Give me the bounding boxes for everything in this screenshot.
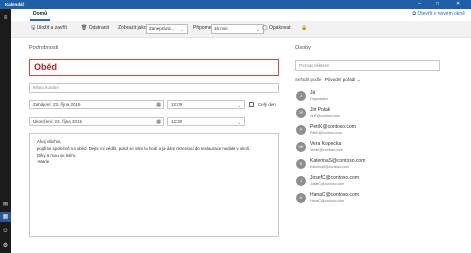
avatar: J <box>296 91 306 101</box>
avatar: H <box>296 193 306 203</box>
end-date-picker[interactable]: Ukončení: 23. října 2015 ▦ <box>29 117 164 126</box>
attendee-detail: PetrK@contoso.com <box>310 131 343 135</box>
open-new-window-link[interactable]: ⧉ Otevřít v novém okně <box>413 11 466 17</box>
attendee-detail: Organizátor <box>310 97 329 101</box>
end-label: Ukončení: <box>33 119 54 124</box>
all-day-checkbox[interactable] <box>249 102 254 107</box>
start-time: 12:00 <box>171 102 183 107</box>
save-close-button[interactable]: 🖫 Uložit a zavřít <box>31 25 67 33</box>
all-day-label: Celý den <box>258 102 276 107</box>
people-icon[interactable]: ☺ <box>0 226 11 236</box>
window-title: Kalendář <box>5 2 25 7</box>
ribbon-tabs: Domů ⧉ Otevřít v novém okně <box>11 9 471 21</box>
attendee-name: Já <box>310 90 316 96</box>
chevron-down-icon: ⌄ <box>237 103 241 108</box>
attendee-name: PetrK@contoso.com <box>310 124 356 130</box>
chevron-down-icon: ⌄ <box>356 77 361 82</box>
attendee-detail: KaterinaS@contoso.com <box>310 165 349 169</box>
details-heading: Podrobnosti <box>29 45 59 51</box>
app-sidebar: ≡ ✉ ▦ ☺ ⚙ <box>0 9 11 253</box>
chevron-down-icon: ⌄ <box>256 27 260 32</box>
start-date: 23. října 2015 <box>53 102 81 107</box>
avatar: JP <box>296 108 306 118</box>
lock-icon: 🔒 <box>301 25 308 31</box>
chevron-down-icon: ⌄ <box>180 27 184 32</box>
mail-icon[interactable]: ✉ <box>0 200 11 210</box>
attendee-detail: JosefC@contoso.com <box>310 182 345 186</box>
start-time-select[interactable]: 12:00 ⌄ <box>167 100 245 109</box>
location-placeholder: Místo konání <box>33 85 59 90</box>
end-time: 12:30 <box>171 119 183 124</box>
attendee-name: Vera Kopecka <box>310 141 342 147</box>
title-bar: Kalendář – □ ✕ <box>0 0 471 9</box>
chevron-down-icon: ⌄ <box>237 120 241 125</box>
attendee-detail: JiriP@contoso.com <box>310 114 341 118</box>
body-line: pojďme společně na oběd. Dejte mi vědět,… <box>37 146 251 152</box>
show-as-value: Zaneprázd... <box>149 26 175 31</box>
end-date: 23. října 2015 <box>54 119 83 124</box>
body-line: Ahoj všichni, <box>37 139 62 144</box>
attendee-detail: VeraK@contoso.com <box>310 148 343 152</box>
close-button[interactable]: ✕ <box>456 1 460 7</box>
settings-gear-icon[interactable]: ⚙ <box>0 241 11 251</box>
maximize-button[interactable]: □ <box>436 1 439 7</box>
calendar-icon[interactable]: ▦ <box>0 212 11 222</box>
sort-select[interactable]: Původní pořadí ⌄ <box>325 77 361 83</box>
subject-input[interactable]: Oběd <box>29 59 279 76</box>
show-as-select[interactable]: Zaneprázd... ⌄ <box>146 24 188 34</box>
save-close-label: Uložit a zavřít <box>36 25 67 31</box>
repeat-button[interactable]: ◯ Opakovat <box>262 25 290 31</box>
end-time-select[interactable]: 12:30 ⌄ <box>167 117 245 126</box>
toolbar: 🖫 Uložit a zavřít 🗑 Odstranit Zobrazit j… <box>11 21 471 38</box>
private-lock-button[interactable]: 🔒 <box>301 25 307 31</box>
attendee-name: KaterinaS@contoso.com <box>310 158 366 164</box>
avatar: J <box>296 176 306 186</box>
start-date-picker[interactable]: Zahájení: 23. října 2015 ▦ <box>29 100 164 109</box>
sort-value: Původní pořadí <box>325 77 356 82</box>
delete-label: Odstranit <box>88 25 110 31</box>
attendee-name: JosefC@contoso.com <box>310 175 359 181</box>
reminder-select[interactable]: 15 min ⌄ <box>211 24 264 34</box>
show-as-label: Zobrazit jako: <box>118 25 149 31</box>
avatar: P <box>296 125 306 135</box>
attendee-name: Jiri Polak <box>310 107 331 113</box>
invite-input[interactable]: Pozvat některé <box>295 60 440 71</box>
body-line: -Marie <box>37 158 50 164</box>
attendee-row[interactable]: H HanaC@contoso.com HanaC@contoso.com <box>296 191 456 211</box>
calendar-picker-icon: ▦ <box>156 102 161 108</box>
attendee-detail: HanaC@contoso.com <box>310 199 345 203</box>
reminder-value: 15 min <box>214 26 228 31</box>
calendar-picker-icon: ▦ <box>156 119 161 125</box>
tab-home[interactable]: Domů <box>33 11 47 17</box>
hamburger-menu-icon[interactable]: ≡ <box>0 13 11 23</box>
delete-button[interactable]: 🗑 Odstranit <box>81 25 109 31</box>
people-heading: Osoby <box>295 45 311 51</box>
minimize-button[interactable]: – <box>418 1 421 7</box>
event-body-editor[interactable]: Ahoj všichni, pojďme společně na oběd. D… <box>29 133 279 237</box>
trash-icon: 🗑 <box>81 25 89 31</box>
invite-placeholder: Pozvat některé <box>299 63 330 68</box>
sort-label: Seřadit podle <box>295 77 322 82</box>
attendee-name: HanaC@contoso.com <box>310 192 359 198</box>
avatar: K <box>296 159 306 169</box>
avatar: VK <box>296 142 306 152</box>
open-new-window-label: Otevřít v novém okně <box>417 11 465 17</box>
repeat-icon: ◯ <box>262 25 269 31</box>
start-label: Zahájení: <box>33 102 52 107</box>
location-input[interactable]: Místo konání <box>29 83 279 93</box>
repeat-label: Opakovat <box>269 25 291 31</box>
